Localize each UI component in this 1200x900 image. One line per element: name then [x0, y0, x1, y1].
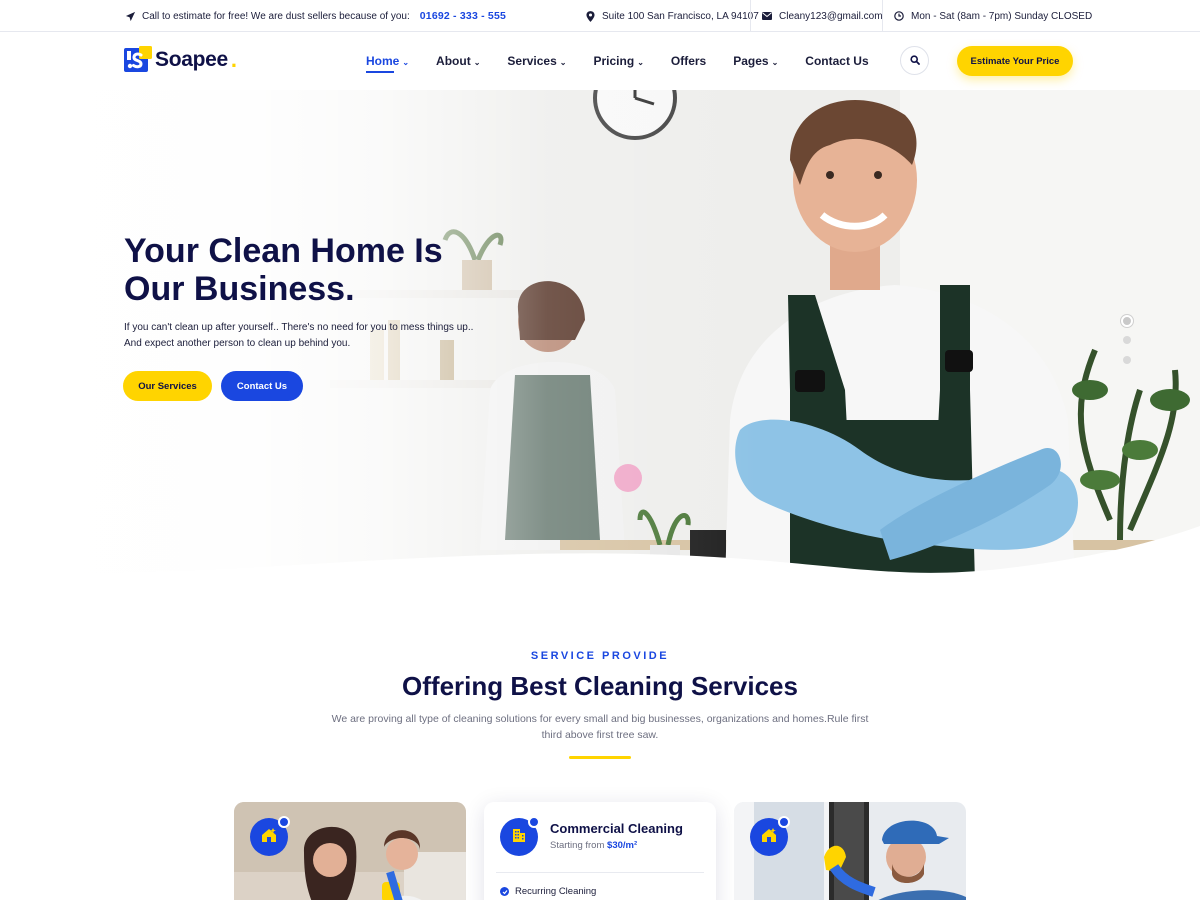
slider-pagination: [1121, 315, 1133, 376]
feature-label: Recurring Cleaning: [515, 886, 597, 897]
slider-dot[interactable]: [1123, 356, 1131, 364]
site-header: Soapee. Home ⌄ About ⌄ Services ⌄ Pricing ⌄ …: [0, 32, 1200, 90]
main-nav: Home ⌄ About ⌄ Services ⌄ Pricing ⌄ Offers P…: [366, 32, 896, 90]
service-card[interactable]: [734, 802, 966, 900]
hero-title-line-2: Our Business.: [124, 270, 355, 308]
nav-label: About: [436, 54, 471, 68]
divider: [750, 0, 751, 32]
search-icon: [909, 52, 920, 70]
nav-label: Offers: [670, 54, 707, 68]
address-info: Suite 100 San Francisco, LA 94107: [584, 0, 759, 32]
building-icon: [510, 826, 528, 849]
address-text: Suite 100 San Francisco, LA 94107: [602, 10, 759, 22]
chevron-down-icon: ⌄: [402, 57, 410, 67]
home-cleaning-icon: [760, 826, 778, 849]
call-info: Call to estimate for free! We are dust s…: [124, 0, 506, 32]
nav-label: Contact Us: [805, 54, 869, 68]
email-link[interactable]: Cleany123@gmail.com: [779, 11, 883, 22]
nav-pages[interactable]: Pages ⌄: [733, 32, 778, 90]
nav-label: Services: [507, 54, 557, 68]
envelope-icon: [761, 10, 773, 22]
logo[interactable]: Soapee.: [124, 46, 237, 74]
contact-us-button[interactable]: Contact Us: [221, 371, 303, 401]
hero-wave-shape: [0, 526, 1200, 584]
paper-plane-icon: [124, 10, 136, 22]
service-badge: [750, 816, 790, 856]
chevron-down-icon: ⌄: [473, 57, 481, 67]
price-value: $30/m²: [607, 840, 638, 851]
logo-mark-icon: [124, 46, 152, 74]
location-pin-icon: [584, 10, 596, 22]
section-divider: [569, 756, 631, 759]
logo-text: Soapee: [155, 48, 228, 71]
search-button[interactable]: [900, 46, 929, 75]
chevron-down-icon: ⌄: [637, 57, 644, 67]
divider: [496, 872, 704, 873]
chevron-down-icon: ⌄: [559, 57, 567, 67]
service-card-commercial[interactable]: Commercial Cleaning Starting from $30/m²…: [484, 802, 716, 900]
nav-home[interactable]: Home ⌄: [366, 32, 409, 90]
hero-title-line-1: Your Clean Home Is: [124, 232, 443, 270]
home-cleaning-icon: [260, 826, 278, 849]
service-card[interactable]: [234, 802, 466, 900]
nav-label: Pricing: [593, 54, 635, 68]
slider-dot[interactable]: [1123, 336, 1131, 344]
hours-info: Mon - Sat (8am - 7pm) Sunday CLOSED: [893, 0, 1092, 32]
estimate-price-button[interactable]: Estimate Your Price: [957, 46, 1073, 76]
top-info-bar: Call to estimate for free! We are dust s…: [0, 0, 1200, 32]
section-description: We are proving all type of cleaning solu…: [331, 713, 869, 741]
nav-services[interactable]: Services ⌄: [507, 32, 566, 90]
nav-label: Pages: [733, 54, 769, 68]
slider-dot-active[interactable]: [1121, 315, 1133, 327]
chevron-down-icon: ⌄: [771, 57, 779, 67]
service-badge: [500, 816, 540, 856]
clock-icon: [893, 10, 905, 22]
nav-about[interactable]: About ⌄: [436, 32, 480, 90]
price-prefix: Starting from: [550, 840, 605, 851]
check-icon: [500, 887, 509, 896]
nav-label: Home: [366, 54, 400, 68]
section-eyebrow: SERVICE PROVIDE: [530, 650, 670, 662]
nav-offers[interactable]: Offers: [671, 32, 706, 90]
nav-contact[interactable]: Contact Us: [805, 32, 868, 90]
hours-text: Mon - Sat (8am - 7pm) Sunday CLOSED: [911, 10, 1093, 22]
service-card-price: Starting from $30/m²: [550, 840, 637, 851]
section-title: Offering Best Cleaning Services: [402, 671, 798, 701]
hero-slider: Your Clean Home Is Our Business. If you …: [0, 90, 1200, 584]
our-services-button[interactable]: Our Services: [123, 371, 212, 401]
service-card-title: Commercial Cleaning: [550, 821, 683, 836]
divider: [882, 0, 883, 32]
phone-link[interactable]: 01692 - 333 - 555: [420, 10, 506, 22]
service-feature-item: Recurring Cleaning: [500, 886, 596, 897]
logo-dot: .: [230, 47, 238, 72]
nav-pricing[interactable]: Pricing ⌄: [594, 32, 644, 90]
hero-description: If you can't clean up after yourself.. T…: [124, 322, 474, 349]
service-badge: [250, 816, 290, 856]
call-text: Call to estimate for free! We are dust s…: [142, 10, 410, 22]
hero-title: Your Clean Home Is Our Business.: [124, 232, 544, 308]
email-info: Cleany123@gmail.com: [761, 0, 883, 32]
